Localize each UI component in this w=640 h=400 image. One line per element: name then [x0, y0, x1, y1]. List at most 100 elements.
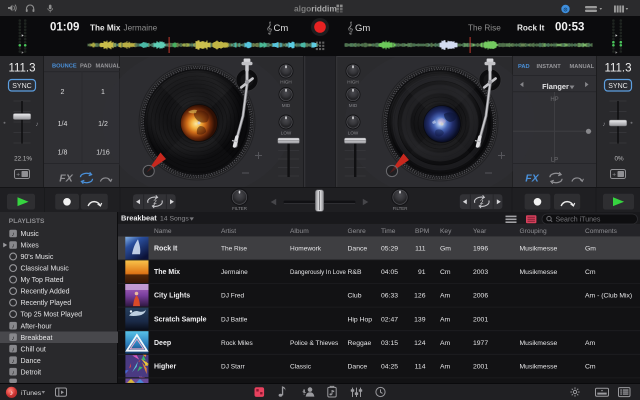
svg-text:14 Songs: 14 Songs — [160, 216, 189, 223]
svg-text:Cm: Cm — [274, 23, 289, 34]
svg-text:The Rise: The Rise — [221, 246, 247, 253]
svg-text:Album: Album — [290, 228, 309, 235]
svg-text:Jermaine: Jermaine — [124, 24, 158, 33]
svg-text:+: + — [612, 172, 616, 179]
svg-text:1/2: 1/2 — [98, 121, 108, 128]
svg-text:Hip Hop: Hip Hop — [348, 316, 373, 323]
svg-text:04:25: 04:25 — [381, 364, 398, 371]
svg-text:0%: 0% — [614, 156, 624, 163]
svg-text:DJ Starr: DJ Starr — [221, 364, 246, 371]
svg-text:MANUAL: MANUAL — [96, 64, 121, 70]
svg-text:Gm: Gm — [440, 246, 451, 253]
svg-text:MANUAL: MANUAL — [570, 64, 595, 70]
svg-text:Name: Name — [154, 228, 172, 235]
svg-text:Higher: Higher — [154, 364, 176, 371]
svg-text:algoriddim: algoriddim — [294, 4, 337, 14]
svg-text:PAD: PAD — [80, 64, 92, 70]
svg-text:04:05: 04:05 — [381, 269, 398, 276]
svg-text:111.3: 111.3 — [604, 63, 631, 75]
svg-text:iTunes: iTunes — [21, 390, 42, 397]
svg-text:Cm: Cm — [585, 364, 596, 371]
svg-text:1/4: 1/4 — [58, 121, 68, 128]
svg-text:Rock Miles: Rock Miles — [221, 340, 254, 347]
svg-text:Breakbeat: Breakbeat — [121, 214, 157, 223]
svg-text:♪: ♪ — [35, 121, 38, 128]
svg-text:⚙: ⚙ — [563, 6, 568, 13]
svg-text:Scratch Sample: Scratch Sample — [154, 316, 207, 323]
svg-text:2006: 2006 — [473, 293, 488, 300]
svg-text:111.3: 111.3 — [8, 63, 35, 75]
svg-text:PAD: PAD — [518, 64, 530, 70]
svg-text:♪: ♪ — [602, 121, 605, 128]
svg-text:Grouping: Grouping — [520, 228, 547, 235]
svg-text:The Mix: The Mix — [154, 269, 180, 276]
svg-text:FILTER: FILTER — [232, 206, 247, 211]
svg-text:Club: Club — [348, 293, 362, 300]
svg-text:05:29: 05:29 — [381, 246, 398, 253]
svg-text:BPM: BPM — [415, 228, 429, 235]
svg-text:1996: 1996 — [473, 246, 488, 253]
svg-text:1/8: 1/8 — [58, 150, 68, 157]
svg-text:HIGH: HIGH — [280, 79, 291, 84]
svg-text:𝄞: 𝄞 — [266, 22, 273, 35]
svg-text:03:15: 03:15 — [381, 340, 398, 347]
svg-text:2003: 2003 — [473, 269, 488, 276]
svg-text:𝄞: 𝄞 — [347, 22, 354, 35]
svg-text:1/16: 1/16 — [96, 150, 110, 157]
svg-text:LP: LP — [551, 158, 558, 164]
svg-text:Am: Am — [440, 293, 451, 300]
svg-text:City Lights: City Lights — [154, 293, 190, 300]
svg-text:Time: Time — [381, 228, 396, 235]
svg-text:Search iTunes: Search iTunes — [556, 216, 601, 223]
svg-text:FILTER: FILTER — [393, 206, 408, 211]
svg-text:+: + — [16, 172, 20, 179]
svg-text:2001: 2001 — [473, 316, 488, 323]
svg-text:139: 139 — [414, 316, 426, 323]
svg-text:Musikmesse: Musikmesse — [520, 340, 558, 347]
svg-text:BOUNCE: BOUNCE — [52, 64, 77, 70]
svg-text:MID: MID — [349, 103, 358, 108]
svg-text:22.1%: 22.1% — [14, 156, 32, 163]
svg-text:Am - (Club Mix): Am - (Club Mix) — [585, 293, 632, 300]
svg-text:Musikmesse: Musikmesse — [520, 246, 558, 253]
svg-text:06:33: 06:33 — [381, 293, 398, 300]
svg-text:Gm: Gm — [355, 23, 370, 34]
svg-text:Am: Am — [585, 340, 596, 347]
svg-text:LOW: LOW — [348, 130, 359, 135]
svg-text:00:53: 00:53 — [555, 21, 584, 33]
svg-text:Dance: Dance — [348, 364, 368, 371]
svg-text:124: 124 — [414, 340, 426, 347]
svg-text:MID: MID — [282, 103, 291, 108]
svg-text:Rock It: Rock It — [517, 24, 545, 33]
svg-text:SYNC: SYNC — [608, 83, 627, 90]
svg-text:The Rise: The Rise — [468, 24, 501, 33]
svg-text:Dangerously In Love: Dangerously In Love — [290, 269, 347, 276]
svg-text:02:47: 02:47 — [381, 316, 398, 323]
svg-text:Artist: Artist — [221, 228, 236, 235]
svg-text:111: 111 — [415, 246, 426, 253]
svg-text:Musikmesse: Musikmesse — [520, 364, 558, 371]
svg-text:Comments: Comments — [585, 228, 618, 235]
svg-text:Key: Key — [440, 228, 452, 235]
svg-text:Am: Am — [440, 364, 451, 371]
svg-text:Deep: Deep — [154, 340, 171, 347]
svg-text:LOW: LOW — [281, 130, 292, 135]
svg-text:HIGH: HIGH — [347, 79, 358, 84]
svg-text:Musikmesse: Musikmesse — [520, 269, 558, 276]
svg-text:HP: HP — [550, 97, 558, 103]
svg-text:Classic: Classic — [290, 364, 312, 371]
svg-text:2001: 2001 — [473, 364, 488, 371]
svg-text:Cm: Cm — [585, 269, 596, 276]
svg-text:126: 126 — [414, 293, 426, 300]
svg-text:The Mix: The Mix — [90, 24, 121, 33]
svg-text:Homework: Homework — [290, 246, 322, 253]
svg-text:Am: Am — [440, 316, 451, 323]
svg-text:Gm: Gm — [585, 246, 596, 253]
svg-text:FX: FX — [59, 173, 73, 185]
svg-text:Dance: Dance — [348, 246, 368, 253]
svg-text:Reggae: Reggae — [348, 340, 372, 347]
svg-text:Flanger: Flanger — [542, 82, 569, 91]
svg-text:Cm: Cm — [440, 269, 451, 276]
svg-text:1977: 1977 — [473, 340, 488, 347]
svg-text:R&B: R&B — [348, 269, 362, 276]
